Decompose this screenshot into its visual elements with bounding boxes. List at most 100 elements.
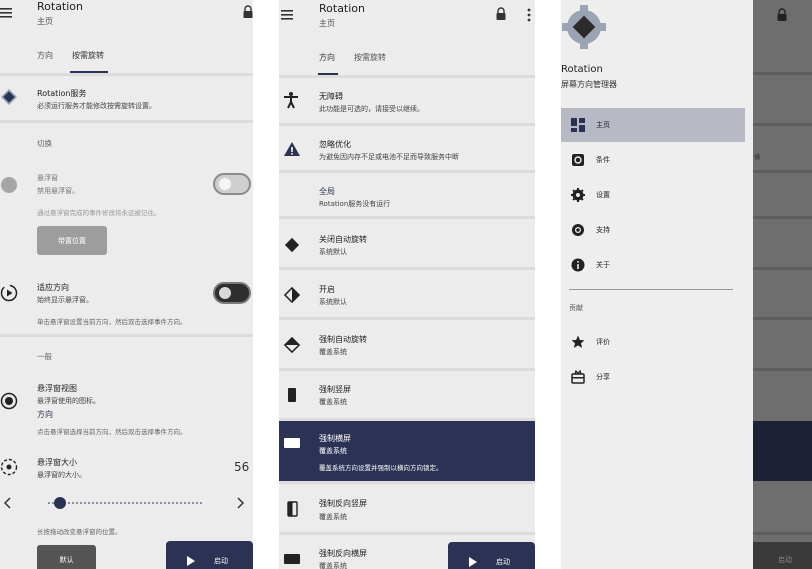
position-button[interactable]: 带置位置 xyxy=(37,226,107,255)
drawer-item-home[interactable]: 主页 xyxy=(561,108,745,142)
more-vert-icon[interactable] xyxy=(526,8,532,22)
share-icon xyxy=(571,370,585,384)
support-icon xyxy=(571,223,585,237)
item-desc: 覆盖系统 xyxy=(319,398,347,406)
slider-track xyxy=(48,502,203,504)
behind-divider xyxy=(753,72,812,75)
accessibility-icon xyxy=(283,91,299,109)
adapt-orientation-icon xyxy=(0,284,18,302)
size-slider[interactable] xyxy=(48,497,203,509)
drawer-item-share[interactable]: 分享 xyxy=(561,360,745,394)
drawer-item-conditions[interactable]: 条件 xyxy=(561,143,745,177)
item-desc: 覆盖系统 xyxy=(319,447,347,455)
drawer-item-label: 支持 xyxy=(596,226,610,234)
drawer-item-label: 设置 xyxy=(596,191,610,199)
behind-divider xyxy=(753,368,812,371)
rotate-off-icon xyxy=(283,236,301,254)
drawer-app-name: Rotation xyxy=(561,64,603,75)
divider xyxy=(0,334,253,337)
float-view-title: 悬浮窗视图 xyxy=(37,384,77,393)
tab-orientation[interactable]: 方向 xyxy=(37,50,53,61)
slider-thumb[interactable] xyxy=(54,497,67,509)
dashboard-icon xyxy=(571,118,585,132)
force-rotate-icon xyxy=(283,336,301,354)
general-section-header: 一般 xyxy=(37,352,52,361)
slider-note: 长按拖动改变悬浮窗的位置。 xyxy=(37,528,122,536)
float-size-value: 56 xyxy=(234,460,250,474)
orientation-item-auto-off[interactable]: 关闭自动旋转 系统默认 xyxy=(279,219,535,267)
start-button[interactable]: 启动 xyxy=(448,542,535,569)
adapt-toggle[interactable] xyxy=(213,282,251,304)
start-button[interactable]: 启动 xyxy=(166,541,253,569)
drawer-item-label: 主页 xyxy=(596,121,610,129)
item-desc: 覆盖系统 xyxy=(319,348,347,356)
chevron-left-icon[interactable] xyxy=(3,497,13,509)
rotate-on-icon xyxy=(283,286,301,304)
drawer-panel: Rotation 屏幕方向管理器 主页 条件 设置 支持 关于 贡献 评价 分享 xyxy=(561,0,753,569)
gear-icon xyxy=(571,188,585,202)
condition-icon xyxy=(571,153,585,167)
float-view-note: 点击悬浮窗选择当前方向，然后双击选择事件方向。 xyxy=(37,428,187,436)
service-title: Rotation服务 xyxy=(37,89,87,98)
menu-icon[interactable] xyxy=(0,7,14,19)
tab-on-demand[interactable]: 按需旋转 xyxy=(354,52,386,63)
floating-desc: 禁用悬浮窗。 xyxy=(37,187,79,195)
item-title: 强制竖屏 xyxy=(319,385,351,394)
landscape-icon xyxy=(283,437,301,449)
behind-divider xyxy=(753,123,812,126)
rotation-logo-icon xyxy=(561,4,607,50)
drawer-item-rate[interactable]: 评价 xyxy=(561,325,745,359)
app-title: Rotation xyxy=(319,2,366,15)
reverse-landscape-icon xyxy=(283,553,301,567)
tab-orientation[interactable]: 方向 xyxy=(319,52,335,63)
item-desc: 为避免因内存不足或电池不足而导致服务中断 xyxy=(319,153,459,161)
float-size-desc: 悬浮窗的大小。 xyxy=(37,471,86,479)
start-label: 启动 xyxy=(496,558,510,566)
warning-icon xyxy=(283,141,301,157)
item-title: 关闭自动旋转 xyxy=(319,235,367,244)
divider xyxy=(0,120,253,123)
item-title: 忽略优化 xyxy=(319,140,351,149)
menu-icon[interactable] xyxy=(281,9,295,21)
default-button[interactable]: 默认 xyxy=(37,545,96,569)
floating-title: 悬浮窗 xyxy=(37,174,58,182)
orientation-item-force-portrait[interactable]: 强制竖屏 覆盖系统 xyxy=(279,371,535,418)
behind-divider xyxy=(753,216,812,219)
behind-divider xyxy=(753,317,812,320)
drawer-item-about[interactable]: 关于 xyxy=(561,248,745,282)
lock-icon[interactable] xyxy=(242,5,253,19)
chevron-right-icon[interactable] xyxy=(235,497,245,509)
drawer-item-settings[interactable]: 设置 xyxy=(561,178,745,212)
service-row[interactable]: Rotation服务 必须运行服务才能修改按需旋转设置。 xyxy=(0,76,253,120)
floating-note: 通过悬浮窗完成的事件修改将永远被记住。 xyxy=(37,209,161,217)
item-title: 强制反向竖屏 xyxy=(319,499,367,508)
adapt-note: 单击悬浮窗设置当前方向，然后双击选择事件方向。 xyxy=(37,318,187,326)
item-desc: 系统默认 xyxy=(319,248,347,256)
item-desc: 系统默认 xyxy=(319,298,347,306)
drawer-item-label: 评价 xyxy=(596,338,610,346)
item-title: 开启 xyxy=(319,285,335,294)
orientation-item-force-landscape[interactable]: 强制横屏 覆盖系统 覆盖系统方向设置并强制以横向方向锁定。 xyxy=(279,421,535,481)
orientation-item-auto-on[interactable]: 开启 系统默认 xyxy=(279,270,535,317)
toggle-section-header: 切换 xyxy=(37,139,52,148)
tab-on-demand[interactable]: 按需旋转 xyxy=(72,50,104,61)
orientation-item-reverse-portrait[interactable]: 强制反向竖屏 覆盖系统 xyxy=(279,484,535,532)
drawer-item-support[interactable]: 支持 xyxy=(561,213,745,247)
item-desc: Rotation服务没有运行 xyxy=(319,200,391,208)
lock-icon[interactable] xyxy=(495,7,507,21)
drawer-section-label: 贡献 xyxy=(569,304,583,312)
adapt-desc: 始终显示悬浮窗。 xyxy=(37,296,93,304)
service-desc: 必须运行服务才能修改按需旋转设置。 xyxy=(37,102,156,110)
orientation-item-force-auto[interactable]: 强制自动旋转 覆盖系统 xyxy=(279,320,535,368)
drawer-item-label: 关于 xyxy=(596,261,610,269)
drawer-scrim[interactable]: 佛 启动 xyxy=(753,0,812,569)
behind-divider xyxy=(753,170,812,173)
app-subtitle: 主页 xyxy=(319,19,335,28)
drawer-item-label: 条件 xyxy=(596,156,610,164)
divider xyxy=(279,123,535,126)
item-desc: 此功能是可选的，请接受以继续。 xyxy=(319,105,424,113)
size-icon xyxy=(0,458,18,476)
item-desc: 覆盖系统 xyxy=(319,513,347,521)
play-icon xyxy=(186,555,196,567)
floating-toggle[interactable] xyxy=(213,173,251,195)
